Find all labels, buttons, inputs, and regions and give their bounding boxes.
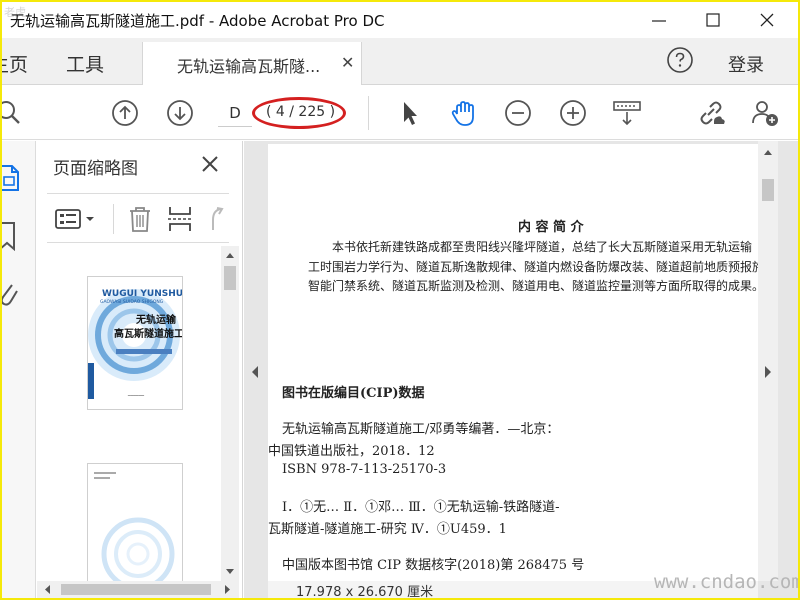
scroll-up-arrow-icon[interactable]	[221, 248, 239, 262]
tab-document[interactable]: 无轨运输高瓦斯隧... ✕	[142, 42, 362, 85]
site-watermark: www.cndao.com	[654, 571, 798, 593]
scroll-left-arrow-icon[interactable]	[41, 581, 55, 598]
red-highlight-ellipse	[252, 97, 346, 129]
cover-title-cn-2: 高瓦斯隧道施工	[114, 329, 183, 340]
cip-line-3: ISBN 978-7-113-25170-3	[282, 462, 447, 477]
thumbnail-hscroll-thumb[interactable]	[61, 584, 211, 595]
page-number-input[interactable]: D	[218, 99, 252, 127]
page-thumbnails-panel: 页面缩略图 ▁▁▁▁▁▁ WUGUI YUNSHU GAOWASI SUIDAO…	[37, 141, 243, 598]
zoom-in-icon[interactable]	[558, 98, 588, 128]
tab-bar: 主页 工具 无轨运输高瓦斯隧... ✕ 登录	[2, 38, 798, 85]
delete-page-icon[interactable]	[127, 205, 153, 233]
document-vertical-scrollbar[interactable]	[758, 141, 778, 581]
doc-para-3: 智能门禁系统、隧道瓦斯监测及检测、隧道用电、隧道监控量测等方面所取得的成果。	[308, 279, 758, 293]
thumbnail-options-icon[interactable]	[55, 208, 99, 230]
thumbnail-list: ▁▁▁▁▁▁ WUGUI YUNSHU GAOWASI SUIDAO SHIGO…	[37, 246, 223, 581]
page-size-readout: 17.978 x 26.670 厘米	[296, 585, 434, 598]
next-page-icon[interactable]	[165, 98, 195, 128]
doc-heading: 内 容 简 介	[518, 220, 584, 235]
cip-line-6: 中国版本图书馆 CIP 数据核字(2018)第 268475 号	[282, 558, 585, 573]
share-link-icon[interactable]	[696, 98, 726, 128]
page-thumbnails-icon[interactable]	[2, 163, 22, 193]
scroll-down-arrow-icon[interactable]	[221, 565, 239, 579]
maximize-icon	[706, 13, 720, 27]
split-pages-icon[interactable]	[167, 204, 193, 234]
minimize-icon	[652, 20, 666, 22]
hand-tool-icon[interactable]	[449, 98, 479, 128]
toolbar: D ( 4 / 225 )	[2, 86, 798, 140]
attachments-icon[interactable]	[2, 279, 20, 309]
inner-page-art	[94, 472, 175, 581]
help-icon[interactable]	[666, 46, 694, 74]
zoom-out-icon[interactable]	[503, 98, 533, 128]
minimize-button[interactable]	[636, 2, 682, 38]
thumbnail-page-a[interactable]: ▁▁▁▁▁▁ WUGUI YUNSHU GAOWASI SUIDAO SHIGO…	[87, 276, 183, 410]
tab-document-label: 无轨运输高瓦斯隧...	[177, 57, 321, 76]
thumbnail-vertical-scrollbar[interactable]	[221, 246, 239, 581]
document-view[interactable]: 内 容 简 介 本书依托新建铁路成都至贵阳线兴隆坪隧道，总结了长大瓦斯隧道采用无…	[244, 141, 798, 598]
window-title: 无轨运输高瓦斯隧道施工.pdf - Adobe Acrobat Pro DC	[10, 12, 385, 30]
scroll-mode-icon[interactable]	[612, 98, 642, 128]
cip-line-1: 无轨运输高瓦斯隧道施工/邓勇等编著．—北京：	[282, 422, 560, 437]
rotate-page-icon[interactable]	[205, 206, 231, 232]
select-cursor-icon[interactable]	[394, 98, 424, 128]
navigation-rail	[2, 141, 36, 598]
document-scroll-thumb[interactable]	[762, 179, 774, 201]
scroll-right-arrow-icon[interactable]	[221, 581, 235, 598]
doc-para-1: 本书依托新建铁路成都至贵阳线兴隆坪隧道，总结了长大瓦斯隧道采用无轨运输	[332, 240, 753, 254]
toolbar-divider	[368, 96, 369, 130]
thumbnail-scroll-thumb[interactable]	[224, 266, 236, 290]
close-panel-icon[interactable]	[199, 153, 221, 175]
cover-title-en-2: GAOWASI SUIDAO SHIGONG	[100, 300, 164, 305]
thumbnail-horizontal-scrollbar[interactable]	[37, 581, 239, 598]
panel-title: 页面缩略图	[53, 159, 138, 179]
panel-toolbar	[47, 193, 229, 243]
collapse-right-arrow-icon[interactable]	[763, 365, 773, 379]
cover-title-cn-1: 无轨运输	[136, 315, 176, 326]
tab-home[interactable]: 主页	[2, 50, 28, 77]
cip-line-5: 瓦斯隧道-隧道施工-研究 Ⅳ．①U459．1	[268, 522, 507, 537]
panel-toolbar-divider	[113, 204, 114, 234]
pdf-page: 内 容 简 介 本书依托新建铁路成都至贵阳线兴隆坪隧道，总结了长大瓦斯隧道采用无…	[268, 144, 758, 594]
svg-text:▁▁▁▁▁▁: ▁▁▁▁▁▁	[127, 392, 144, 396]
close-icon	[760, 13, 774, 27]
close-tab-icon[interactable]: ✕	[341, 53, 354, 72]
thumbnail-page-b[interactable]	[87, 463, 183, 581]
cip-title: 图书在版编目(CIP)数据	[282, 386, 425, 401]
doc-para-2: 工时围岩力学行为、隧道瓦斯逸散规律、隧道内燃设备防爆改装、隧道超前地质预报施	[308, 260, 758, 274]
collapse-left-arrow-icon[interactable]	[250, 365, 260, 379]
acrobat-window: 老虎 无轨运输高瓦斯隧道施工.pdf - Adobe Acrobat Pro D…	[2, 2, 798, 598]
bookmarks-icon[interactable]	[2, 221, 20, 251]
title-bar: 老虎 无轨运输高瓦斯隧道施工.pdf - Adobe Acrobat Pro D…	[2, 2, 798, 38]
cover-title-en-1: WUGUI YUNSHU	[102, 289, 183, 299]
tab-tools[interactable]: 工具	[66, 50, 104, 77]
doc-scroll-up-arrow-icon[interactable]	[758, 145, 778, 159]
close-window-button[interactable]	[744, 2, 790, 38]
cip-line-4: Ⅰ．①无… Ⅱ．①邓… Ⅲ．①无轨运输-铁路隧道-	[282, 500, 560, 515]
add-user-icon[interactable]	[750, 98, 780, 128]
maximize-button[interactable]	[690, 2, 736, 38]
previous-page-icon[interactable]	[110, 98, 140, 128]
login-button[interactable]: 登录	[728, 51, 764, 77]
search-icon[interactable]	[2, 98, 26, 128]
cip-line-2: 中国铁道出版社，2018．12	[268, 444, 435, 459]
